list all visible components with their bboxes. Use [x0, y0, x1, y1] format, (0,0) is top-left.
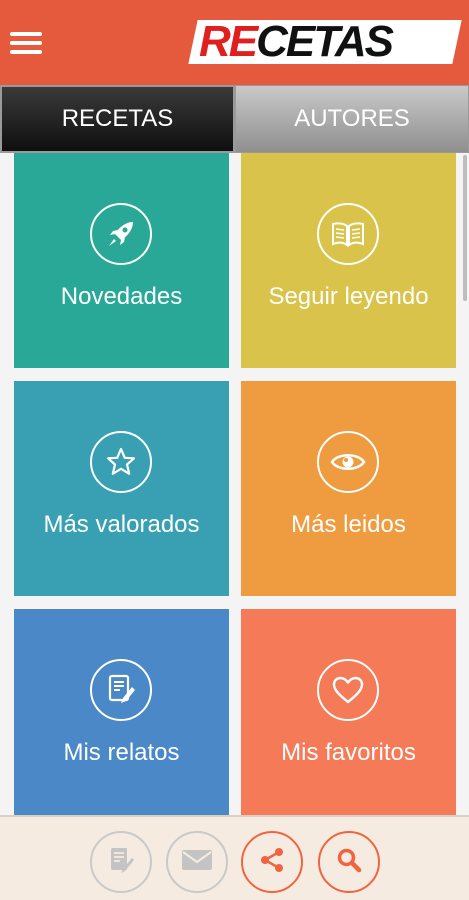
- app-header: RECETAS: [0, 0, 469, 85]
- tile-novedades-label: Novedades: [60, 283, 183, 310]
- share-icon: [258, 846, 286, 879]
- tile-mas-leidos[interactable]: Más leidos: [241, 381, 456, 596]
- logo-text-rest: CETAS: [256, 17, 394, 66]
- contact-button[interactable]: [166, 831, 228, 893]
- star-icon: [90, 431, 152, 493]
- hamburger-menu-icon[interactable]: [10, 32, 46, 56]
- share-button[interactable]: [241, 831, 303, 893]
- search-button[interactable]: [318, 831, 380, 893]
- tab-recetas-label: RECETAS: [61, 105, 174, 132]
- tile-seguir-leyendo-label: Seguir leyendo: [268, 283, 429, 310]
- write-document-icon: [106, 845, 136, 880]
- tile-mis-favoritos-label: Mis favoritos: [281, 739, 416, 766]
- open-book-icon: [317, 203, 379, 265]
- tile-mas-valorados[interactable]: Más valorados: [14, 381, 229, 596]
- tab-recetas[interactable]: RECETAS: [0, 85, 235, 153]
- tile-mis-favoritos[interactable]: Mis favoritos: [241, 609, 456, 815]
- category-grid: Novedades Seguir leyendo Más valorados M…: [0, 153, 469, 815]
- logo-text-highlight: RE: [199, 17, 258, 66]
- heart-icon: [317, 659, 379, 721]
- tab-bar: RECETAS AUTORES: [0, 85, 469, 153]
- tab-autores[interactable]: AUTORES: [235, 85, 469, 153]
- tile-seguir-leyendo[interactable]: Seguir leyendo: [241, 153, 456, 368]
- rocket-icon: [90, 203, 152, 265]
- write-document-button[interactable]: [90, 831, 152, 893]
- tab-autores-label: AUTORES: [294, 105, 410, 132]
- envelope-icon: [181, 848, 213, 877]
- app-logo: RECETAS: [188, 17, 462, 68]
- search-icon: [335, 846, 363, 879]
- document-edit-icon: [90, 659, 152, 721]
- tile-mis-relatos-label: Mis relatos: [63, 739, 180, 766]
- eye-icon: [317, 431, 379, 493]
- bottom-action-bar: [0, 815, 469, 900]
- tile-novedades[interactable]: Novedades: [14, 153, 229, 368]
- tile-mas-leidos-label: Más leidos: [291, 511, 406, 538]
- tile-mis-relatos[interactable]: Mis relatos: [14, 609, 229, 815]
- tile-mas-valorados-label: Más valorados: [43, 511, 200, 538]
- grid-scrollbar[interactable]: [463, 155, 467, 301]
